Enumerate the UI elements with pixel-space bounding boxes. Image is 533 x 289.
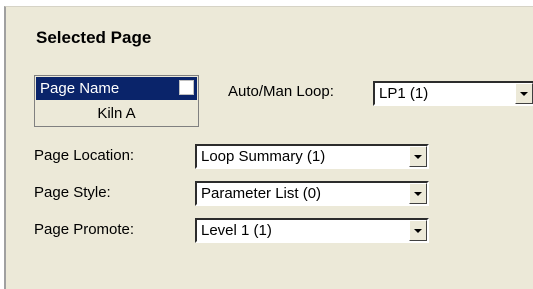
checkbox-icon[interactable] xyxy=(179,80,194,95)
page-style-label: Page Style: xyxy=(34,184,111,201)
page-promote-value: Level 1 (1) xyxy=(201,222,272,239)
page-name-header: Page Name xyxy=(36,77,197,100)
page-name-value[interactable]: Kiln A xyxy=(36,101,197,126)
page-location-dropdown[interactable]: Loop Summary (1) xyxy=(195,144,429,169)
page-promote-label: Page Promote: xyxy=(34,221,135,238)
chevron-down-icon xyxy=(520,92,528,96)
panel-title: Selected Page xyxy=(36,28,152,47)
page-promote-dropdown[interactable]: Level 1 (1) xyxy=(195,218,429,243)
page-name-box: Page Name Kiln A xyxy=(34,75,199,127)
dropdown-button[interactable] xyxy=(409,220,427,241)
dropdown-button[interactable] xyxy=(515,83,533,104)
selected-page-panel: Selected Page Page Name Kiln A Auto/Man … xyxy=(4,6,533,289)
auto-man-loop-dropdown[interactable]: LP1 (1) xyxy=(373,81,533,106)
dropdown-button[interactable] xyxy=(409,183,427,204)
page-location-label: Page Location: xyxy=(34,147,135,164)
auto-man-loop-label: Auto/Man Loop: xyxy=(228,83,334,100)
page-style-value: Parameter List (0) xyxy=(201,185,322,202)
auto-man-loop-value: LP1 (1) xyxy=(379,85,429,102)
page-style-dropdown[interactable]: Parameter List (0) xyxy=(195,181,429,206)
chevron-down-icon xyxy=(414,192,422,196)
page-name-header-label: Page Name xyxy=(40,80,120,97)
chevron-down-icon xyxy=(414,155,422,159)
dropdown-button[interactable] xyxy=(409,146,427,167)
chevron-down-icon xyxy=(414,229,422,233)
page-location-value: Loop Summary (1) xyxy=(201,148,326,165)
